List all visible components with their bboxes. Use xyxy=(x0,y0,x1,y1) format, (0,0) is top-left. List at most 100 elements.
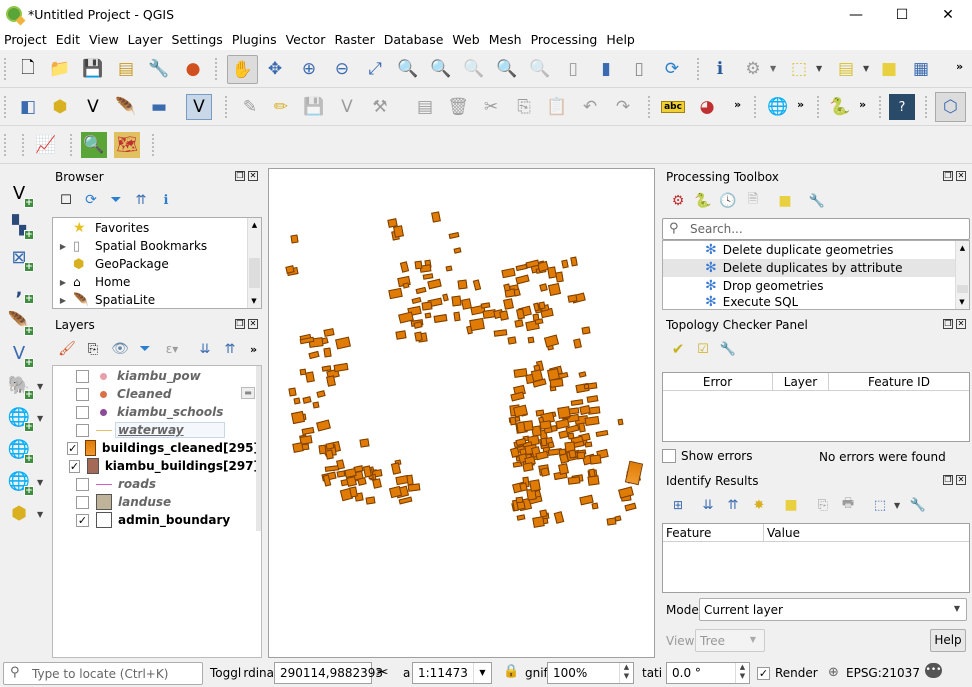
layer-visibility-checkbox[interactable] xyxy=(76,477,89,491)
new-spatialite-layer-icon[interactable]: 🪶 xyxy=(113,94,139,120)
models-icon[interactable]: ⚙ xyxy=(667,190,689,212)
deselect-all-icon[interactable]: ■ xyxy=(876,56,902,82)
add-mesh-layer-icon[interactable]: ⊠ + xyxy=(6,244,34,272)
pan-map-icon[interactable]: ✋ xyxy=(227,55,258,84)
zoom-native-resolution-icon[interactable]: 🔍 xyxy=(461,56,487,82)
algorithm-item[interactable]: ✻ Drop geometries xyxy=(705,277,823,295)
magnifier-plugin-icon[interactable]: 🔍 xyxy=(81,132,107,158)
add-wms-layer-icon[interactable]: 🌐 + xyxy=(6,404,34,432)
help-button[interactable]: Help xyxy=(930,629,966,652)
menu-view[interactable]: View xyxy=(84,30,123,47)
expand-all-icon[interactable]: ⇊ xyxy=(194,338,216,360)
new-shapefile-layer-icon[interactable]: V xyxy=(80,94,106,120)
layer-visibility-checkbox[interactable] xyxy=(76,423,89,437)
menu-edit[interactable]: Edit xyxy=(51,30,84,47)
algorithm-item[interactable]: ✻ Delete duplicate geometries xyxy=(705,241,893,259)
toolbar-overflow-button[interactable]: » xyxy=(797,98,804,111)
float-panel-icon[interactable]: ❐ xyxy=(943,475,953,485)
modify-attributes-icon[interactable]: ▤ xyxy=(412,94,438,120)
menu-help[interactable]: Help xyxy=(601,30,639,47)
toolbar-grip[interactable] xyxy=(4,134,7,156)
new-bookmark-icon[interactable]: ▮ xyxy=(593,56,619,82)
menu-vector[interactable]: Vector xyxy=(281,30,330,47)
python-console-icon[interactable]: 🐍 xyxy=(827,94,853,120)
layout-manager-icon[interactable]: 🔧 xyxy=(146,56,172,82)
layer-visibility-checkbox[interactable] xyxy=(76,405,89,419)
expand-all-icon[interactable]: ⇊ xyxy=(697,494,719,516)
scroll-down-icon[interactable]: ▼ xyxy=(248,297,260,305)
float-panel-icon[interactable]: ❐ xyxy=(235,171,245,181)
view-select[interactable]: Tree ▼ xyxy=(695,629,765,652)
layer-item-cleaned[interactable]: Cleaned ▬ xyxy=(53,385,259,403)
manage-visibility-icon[interactable]: 👁 xyxy=(108,338,132,360)
new-virtual-layer-icon[interactable]: V xyxy=(186,94,212,120)
filter-legend-icon[interactable]: ⏷ xyxy=(134,338,156,360)
menu-layer[interactable]: Layer xyxy=(123,30,167,47)
close-panel-icon[interactable]: ✕ xyxy=(248,171,258,181)
attribute-table-icon[interactable]: ▦ xyxy=(908,56,934,82)
layer-item-roads[interactable]: roads xyxy=(53,475,259,493)
open-project-icon[interactable]: 📁 xyxy=(47,56,73,82)
add-raster-layer-icon[interactable]: ▚ + xyxy=(6,212,34,240)
identify-mode-select-icon[interactable]: ⬚ xyxy=(869,494,891,516)
validate-extent-icon[interactable]: ☑ xyxy=(692,338,714,360)
dropdown-arrow-icon[interactable]: ▼ xyxy=(863,64,869,73)
expand-new-results-icon[interactable]: ✸ xyxy=(748,494,770,516)
toolbar-grip[interactable] xyxy=(4,96,7,118)
filter-icon[interactable]: ⏷ xyxy=(106,190,126,210)
filter-expression-icon[interactable]: ε▾ xyxy=(158,338,186,360)
add-vector-layer-icon[interactable]: V + xyxy=(6,180,34,208)
edit-features-in-place-icon[interactable]: ■ xyxy=(774,190,796,212)
open-layer-styling-icon[interactable]: 🖌 xyxy=(56,338,78,360)
toolbar-overflow-button[interactable]: » xyxy=(250,343,257,356)
georeferencer-icon[interactable]: 🗺 xyxy=(114,132,140,158)
run-feature-action-icon[interactable]: ⚙ xyxy=(740,56,766,82)
maximize-button[interactable]: ☐ xyxy=(879,0,925,30)
layer-item-buildings-cleaned[interactable]: ✓ buildings_cleaned[295] xyxy=(53,439,259,457)
layer-item-landuse[interactable]: landuse xyxy=(53,493,259,511)
temporary-layer-indicator-icon[interactable]: ▬ xyxy=(241,387,255,399)
layer-visibility-checkbox[interactable]: ✓ xyxy=(76,513,89,527)
algorithm-item-selected[interactable]: ✻ Delete duplicates by attribute xyxy=(663,259,957,277)
algorithm-item[interactable]: ✻ Execute SQL xyxy=(705,295,798,309)
menu-processing[interactable]: Processing xyxy=(526,30,602,47)
new-project-icon[interactable]: 🗋 xyxy=(15,56,41,82)
zoom-to-selection-icon[interactable]: 🔍 xyxy=(395,56,421,82)
column-header-layer[interactable]: Layer xyxy=(773,373,829,391)
map-canvas[interactable] xyxy=(268,168,655,658)
browser-item-home[interactable]: ▶ ⌂ Home xyxy=(53,273,131,291)
expand-arrow-icon[interactable]: ▶ xyxy=(53,242,73,251)
add-group-icon[interactable]: ⎘ xyxy=(82,338,104,360)
spin-arrows-icon[interactable]: ▲ ▼ xyxy=(735,663,749,683)
layer-visibility-checkbox[interactable] xyxy=(76,369,89,383)
add-wms-layer-icon[interactable]: 🌐 xyxy=(765,94,791,120)
new-print-layout-icon[interactable]: ▤ xyxy=(113,56,139,82)
menu-raster[interactable]: Raster xyxy=(329,30,378,47)
dropdown-arrow-icon[interactable]: ▼ xyxy=(37,510,43,519)
add-wfs-layer-icon[interactable]: 🌐 + xyxy=(6,468,34,496)
layer-item-waterway[interactable]: waterway xyxy=(53,421,259,439)
locator-search-input[interactable]: ⚲ Type to locate (Ctrl+K) xyxy=(3,662,203,685)
browser-item-spatial-bookmarks[interactable]: ▶ ▯ Spatial Bookmarks xyxy=(53,237,207,255)
data-source-manager-icon[interactable]: ◧ xyxy=(15,94,41,120)
identify-features-icon[interactable]: ℹ xyxy=(707,56,733,82)
diagram-icon[interactable]: ◕ xyxy=(694,94,720,120)
layer-item-kiambu-schools[interactable]: kiambu_schools xyxy=(53,403,259,421)
browser-item-favorites[interactable]: ★ Favorites xyxy=(53,219,149,237)
processing-scrollbar[interactable]: ▲ ▼ xyxy=(955,241,969,309)
spin-arrows-icon[interactable]: ▲ ▼ xyxy=(619,663,633,683)
add-wcs-layer-icon[interactable]: 🌐 + xyxy=(6,436,34,464)
show-errors-toggle[interactable]: Show errors xyxy=(662,449,753,463)
column-header-value[interactable]: Value xyxy=(764,524,969,542)
render-checkbox[interactable]: ✓ xyxy=(757,666,770,680)
crs-globe-icon[interactable]: ⊕ xyxy=(828,665,839,680)
browser-scrollbar[interactable]: ▲ ▼ xyxy=(247,218,261,308)
dropdown-arrow-icon[interactable]: ▼ xyxy=(816,64,822,73)
toolbar-overflow-button[interactable]: » xyxy=(859,98,866,111)
zoom-full-icon[interactable]: ⤢ xyxy=(362,56,388,82)
expand-tree-icon[interactable]: ⊞ xyxy=(667,494,689,516)
show-errors-checkbox[interactable] xyxy=(662,449,676,463)
scrollbar-thumb[interactable] xyxy=(957,285,968,293)
cut-features-icon[interactable]: ✂ xyxy=(478,94,504,120)
zoom-next-icon[interactable]: 🔍 xyxy=(527,56,553,82)
